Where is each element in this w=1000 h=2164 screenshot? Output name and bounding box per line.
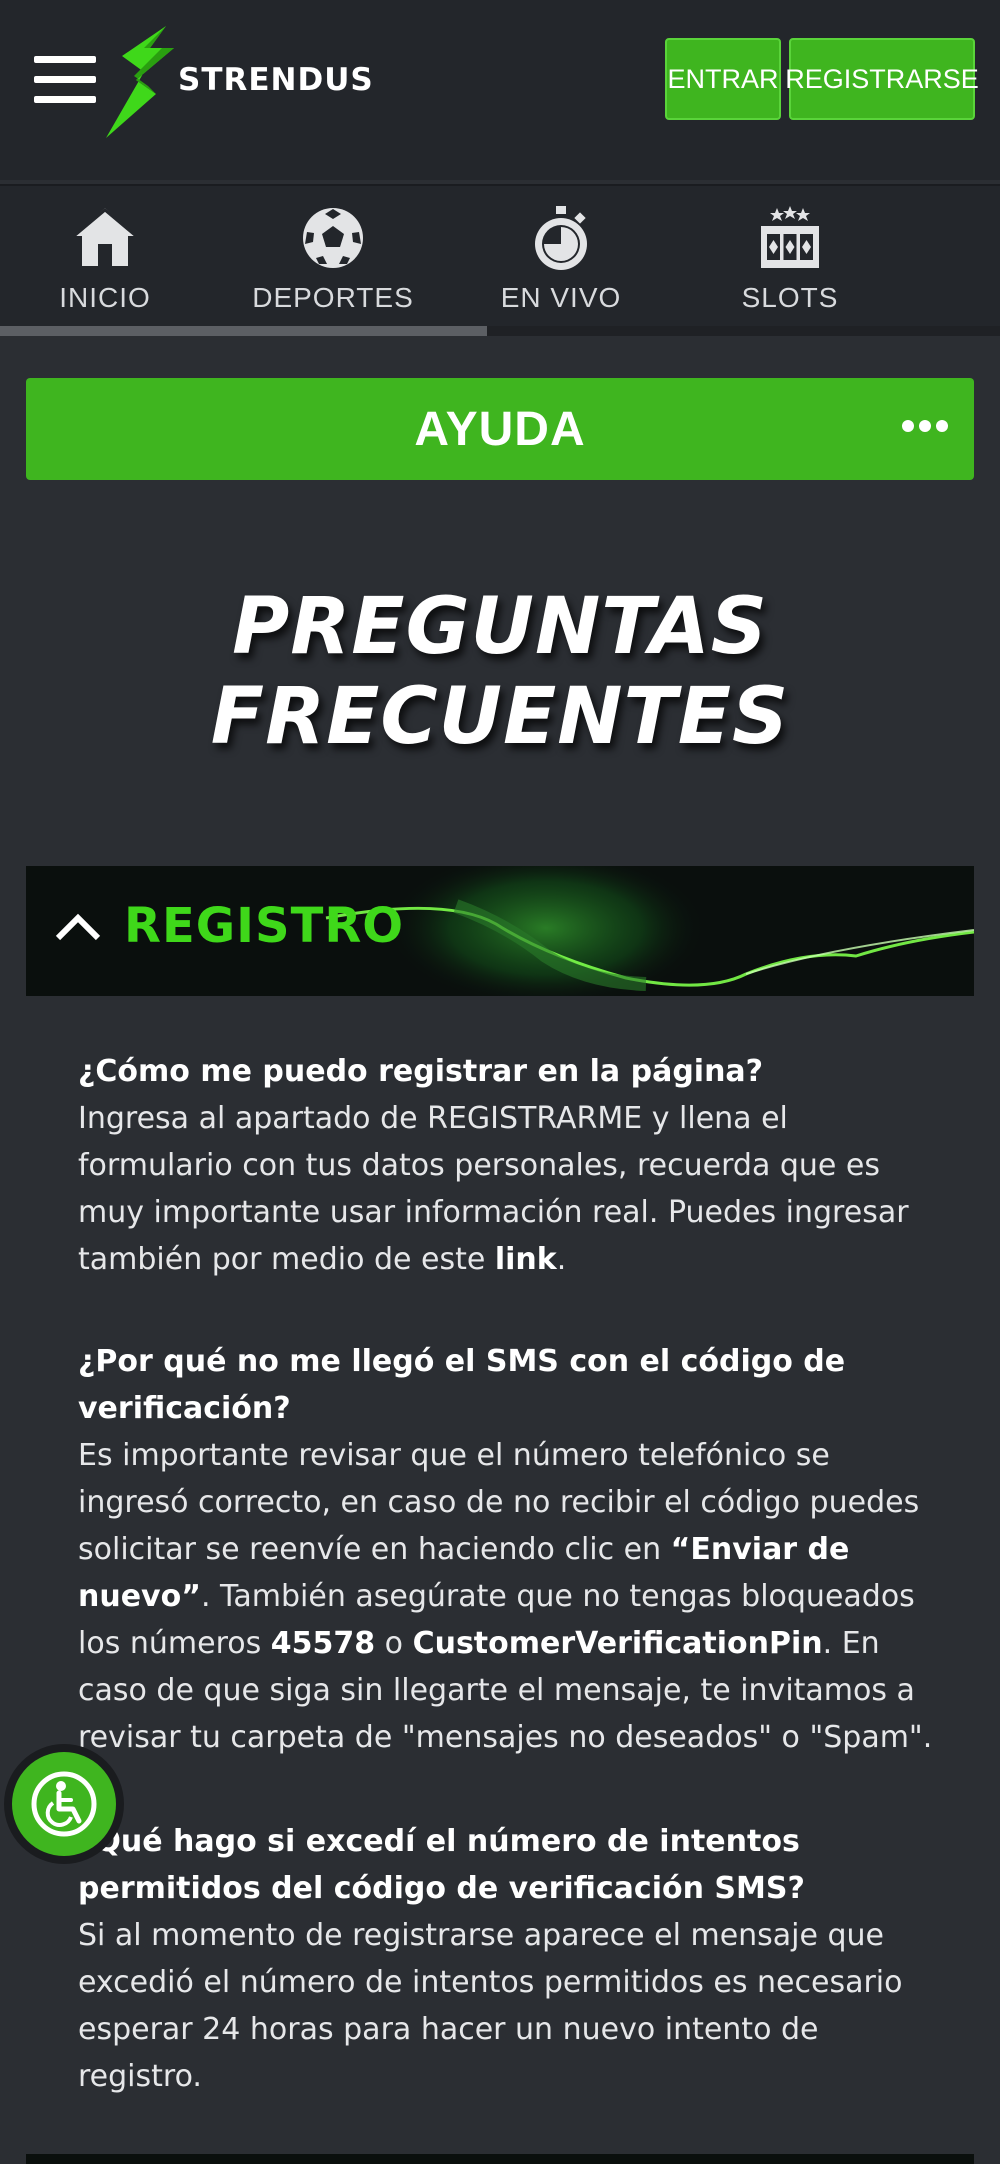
nav-item-en-vivo[interactable]: EN VIVO [461, 186, 661, 326]
faq-answer: Ingresa al apartado de REGISTRARME y lle… [78, 1095, 948, 1283]
faq-question: ¿Qué hago si excedí el número de intento… [78, 1824, 805, 1906]
faq-answer: Es importante revisar que el número tele… [78, 1432, 948, 1761]
soccer-ball-icon [303, 208, 363, 268]
faq-question: ¿Cómo me puedo registrar en la página? [78, 1054, 764, 1089]
accessibility-button-inner [12, 1752, 116, 1856]
nav-item-slots[interactable]: SLOTS [690, 186, 890, 326]
nav-label: EN VIVO [500, 282, 622, 313]
faq-answer-bold: CustomerVerificationPin [412, 1626, 823, 1661]
faq-item: ¿Cómo me puedo registrar en la página? I… [78, 1048, 948, 1283]
next-section-bar [26, 2154, 974, 2164]
slot-machine-icon [761, 206, 819, 268]
section-registro-header[interactable]: REGISTRO [26, 866, 974, 996]
page-title: PREGUNTAS FRECUENTES [0, 582, 1000, 762]
nav-scrollbar-thumb[interactable] [0, 326, 487, 336]
nav-item-casino[interactable]: CA [918, 186, 1000, 326]
register-button[interactable]: REGISTRARSE [785, 38, 979, 120]
lightning-logo-icon [106, 26, 174, 138]
top-header: STRENDUS ENTRAR REGISTRARSE [0, 0, 1000, 180]
cards-icon [988, 206, 1000, 270]
nav-label: INICIO [59, 282, 151, 313]
section-title: REGISTRO [124, 898, 405, 954]
more-dots-icon[interactable] [902, 420, 948, 432]
hamburger-menu-icon[interactable] [34, 56, 96, 104]
help-title: AYUDA [414, 402, 586, 456]
stopwatch-icon [535, 206, 587, 270]
nav-label: DEPORTES [252, 282, 414, 313]
page-title-line-2: FRECUENTES [210, 672, 790, 762]
login-button[interactable]: ENTRAR [665, 38, 781, 120]
nav-item-deportes[interactable]: DEPORTES [233, 186, 433, 326]
accessibility-wheelchair-icon [31, 1771, 97, 1837]
logo-text: STRENDUS [178, 62, 374, 98]
faq-answer-text: o [375, 1626, 413, 1661]
nav-label: SLOTS [741, 282, 839, 313]
faq-question: ¿Por qué no me llegó el SMS con el códig… [78, 1344, 846, 1426]
nav-item-inicio[interactable]: INICIO [5, 186, 205, 326]
faq-answer-text: . [556, 1242, 567, 1277]
faq-answer: Si al momento de registrarse aparece el … [78, 1918, 903, 2094]
faq-item: ¿Por qué no me llegó el SMS con el códig… [78, 1338, 948, 1761]
chevron-up-icon[interactable] [54, 910, 102, 944]
faq-link[interactable]: link [495, 1242, 557, 1277]
faq-answer-text: Ingresa al apartado de REGISTRARME y lle… [78, 1101, 909, 1277]
faq-answer-bold: 45578 [270, 1626, 376, 1661]
faq-item: ¿Qué hago si excedí el número de intento… [78, 1818, 948, 2100]
home-icon [73, 208, 137, 266]
category-nav: INICIO DEPORTES EN VIVO SLOTS [0, 184, 1000, 336]
accessibility-button[interactable] [4, 1744, 124, 1864]
help-header-bar[interactable]: AYUDA [26, 378, 974, 480]
page-title-line-1: PREGUNTAS [232, 582, 768, 672]
